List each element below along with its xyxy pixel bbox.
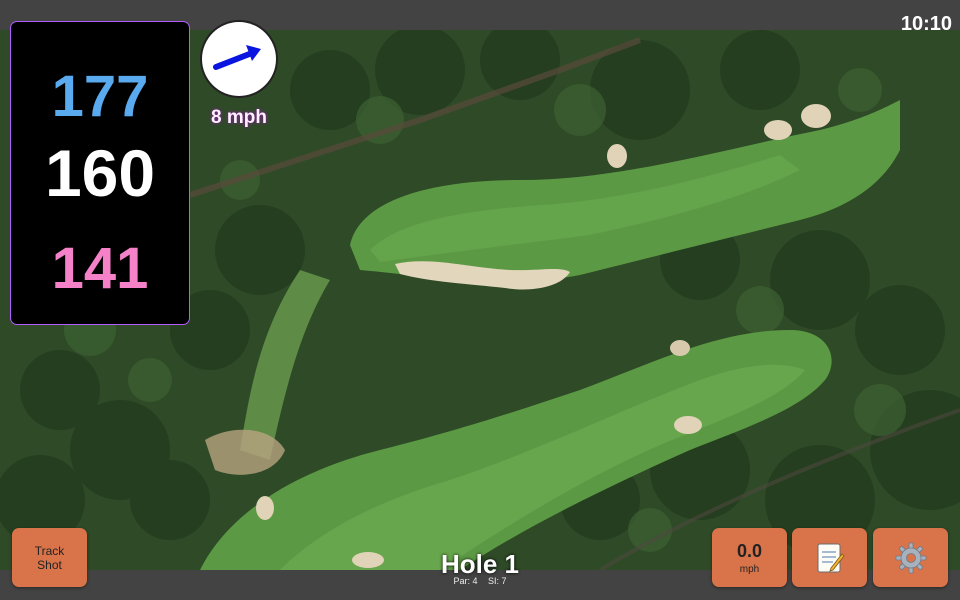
speed-button[interactable]: 0.0 mph	[712, 528, 787, 587]
distance-panel: 177 160 141	[11, 22, 189, 324]
wind-direction-arrow-icon	[213, 45, 261, 70]
speed-unit: mph	[739, 563, 760, 575]
hole-stroke-index: SI: 7	[488, 576, 507, 586]
wind-speed-label: 8 mph	[211, 107, 267, 128]
hole-title: Hole 1	[440, 549, 520, 579]
speed-value: 0.0	[736, 540, 763, 561]
track-shot-button[interactable]: Track Shot	[12, 528, 87, 587]
notepad-icon	[817, 543, 845, 572]
track-shot-label-line1: Track	[34, 543, 65, 558]
notes-button[interactable]	[792, 528, 867, 587]
front-distance: 141	[51, 236, 149, 301]
settings-button[interactable]	[873, 528, 948, 587]
hole-info: Hole 1 Par: 4 SI: 7	[380, 549, 580, 586]
gear-icon	[895, 542, 926, 573]
hole-details: Par: 4 SI: 7	[380, 576, 580, 586]
wind-indicator[interactable]	[202, 22, 276, 96]
track-shot-label-line2: Shot	[37, 557, 62, 572]
middle-distance: 160	[44, 136, 156, 210]
hole-par: Par: 4	[453, 576, 478, 586]
back-distance: 177	[51, 64, 149, 129]
